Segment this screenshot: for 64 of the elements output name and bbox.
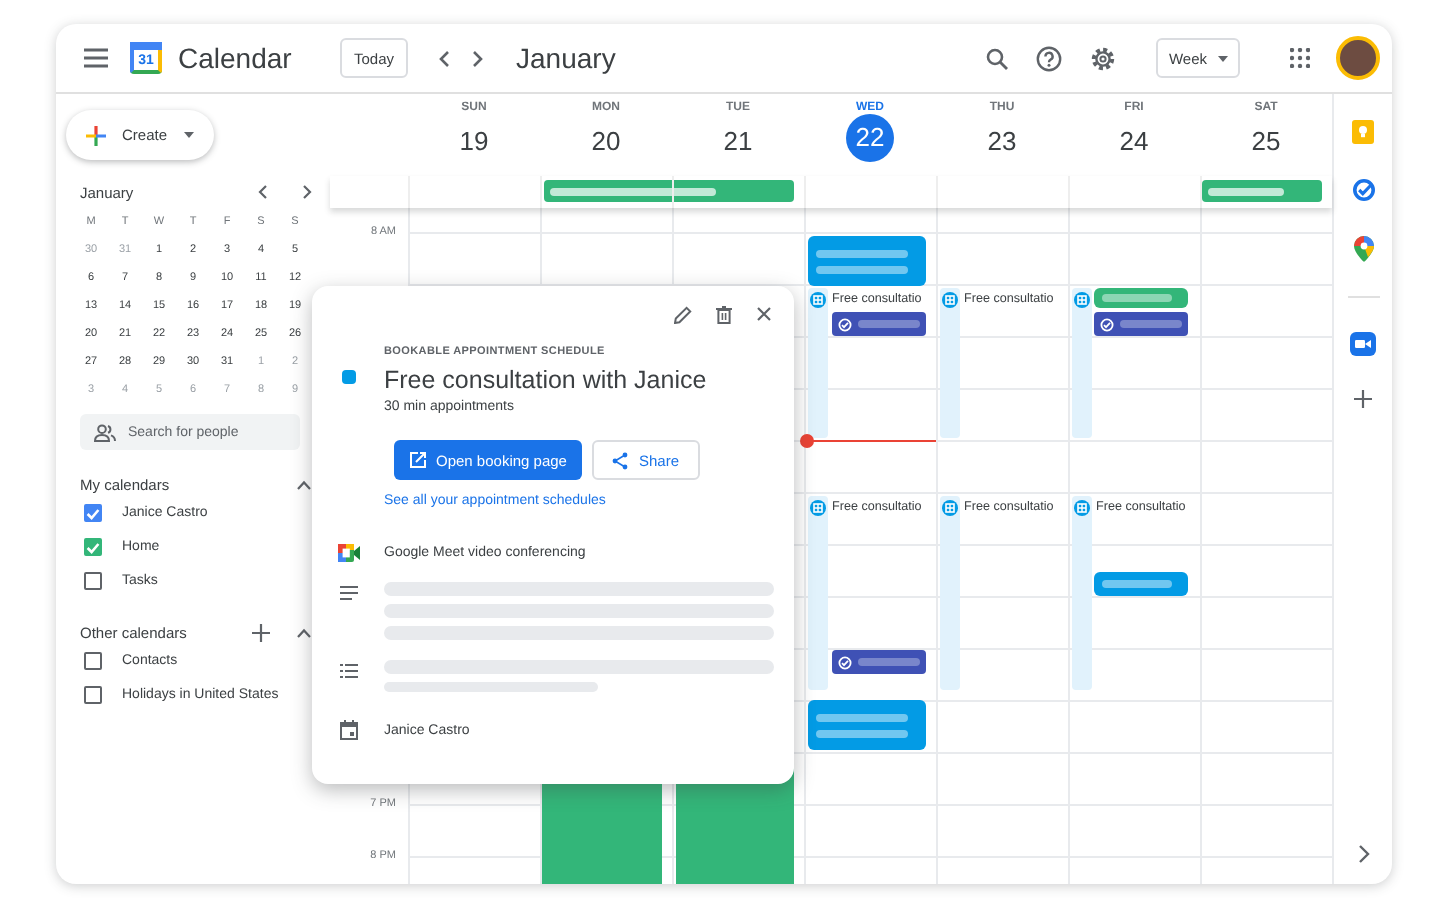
menu-icon[interactable] — [84, 48, 108, 68]
checkbox[interactable] — [84, 686, 102, 704]
video-camera-icon[interactable] — [1350, 332, 1376, 356]
appointment-icon — [810, 292, 826, 308]
map-pin-icon[interactable] — [1353, 236, 1373, 262]
day-number[interactable]: 22 — [846, 114, 894, 162]
plus-icon[interactable] — [1354, 390, 1372, 408]
chevron-left-icon[interactable] — [438, 49, 451, 67]
checkbox[interactable] — [84, 538, 102, 556]
chevron-up-icon[interactable] — [296, 627, 312, 637]
appointment-icon — [1074, 292, 1090, 308]
description-icon — [339, 586, 357, 600]
chevron-right-icon[interactable] — [472, 49, 485, 67]
app-title: Calendar — [178, 42, 292, 74]
help-icon[interactable] — [1036, 45, 1062, 71]
check-circle-icon — [1100, 317, 1114, 331]
appointment-slot[interactable] — [940, 496, 960, 690]
video-camera-icon — [337, 544, 359, 562]
appointment-icon — [942, 292, 958, 308]
apps-grid-icon[interactable] — [1290, 48, 1310, 68]
day-number[interactable]: 20 — [582, 118, 630, 166]
appointment-icon — [1074, 500, 1090, 516]
appointment-slot[interactable] — [808, 496, 828, 690]
chevron-right-icon[interactable] — [1357, 844, 1369, 864]
settings-icon[interactable] — [1090, 45, 1116, 71]
list-icon — [339, 664, 357, 678]
chevron-right-icon[interactable] — [302, 184, 312, 200]
chevron-left-icon[interactable] — [258, 184, 268, 200]
appointment-slot[interactable] — [1072, 496, 1092, 690]
month-title: January — [516, 42, 616, 74]
current-time-line — [806, 440, 936, 442]
caret-icon — [1217, 55, 1228, 61]
plus-icon — [86, 125, 106, 145]
share-icon — [612, 451, 629, 469]
open-external-icon — [410, 452, 426, 468]
task-chip[interactable] — [832, 650, 926, 674]
event-title: Free consultation with Janice — [384, 366, 707, 394]
plus-icon[interactable] — [252, 623, 270, 641]
close-icon[interactable] — [756, 306, 772, 322]
day-number[interactable]: 19 — [450, 118, 498, 166]
calendar-icon — [339, 720, 357, 740]
appointment-slot[interactable] — [1072, 288, 1092, 438]
search-icon[interactable] — [986, 47, 1008, 69]
appointment-icon — [810, 500, 826, 516]
caret-icon — [183, 132, 194, 138]
task-chip[interactable] — [1094, 312, 1188, 336]
day-number[interactable]: 21 — [714, 118, 762, 166]
chevron-up-icon[interactable] — [296, 479, 312, 489]
task-chip[interactable] — [832, 312, 926, 336]
day-number[interactable]: 24 — [1110, 118, 1158, 166]
tasks-icon[interactable] — [1351, 178, 1375, 202]
trash-icon[interactable] — [716, 305, 732, 323]
checkbox[interactable] — [84, 652, 102, 670]
avatar[interactable] — [1336, 36, 1380, 80]
appointment-slot[interactable] — [808, 288, 828, 438]
check-circle-icon — [838, 655, 852, 669]
appointment-icon — [942, 500, 958, 516]
appointment-slot[interactable] — [940, 288, 960, 438]
checkbox[interactable] — [84, 504, 102, 522]
checkbox[interactable] — [84, 572, 102, 590]
check-circle-icon — [838, 317, 852, 331]
day-number[interactable]: 25 — [1242, 118, 1290, 166]
pencil-icon[interactable] — [674, 305, 692, 323]
day-number[interactable]: 23 — [978, 118, 1026, 166]
